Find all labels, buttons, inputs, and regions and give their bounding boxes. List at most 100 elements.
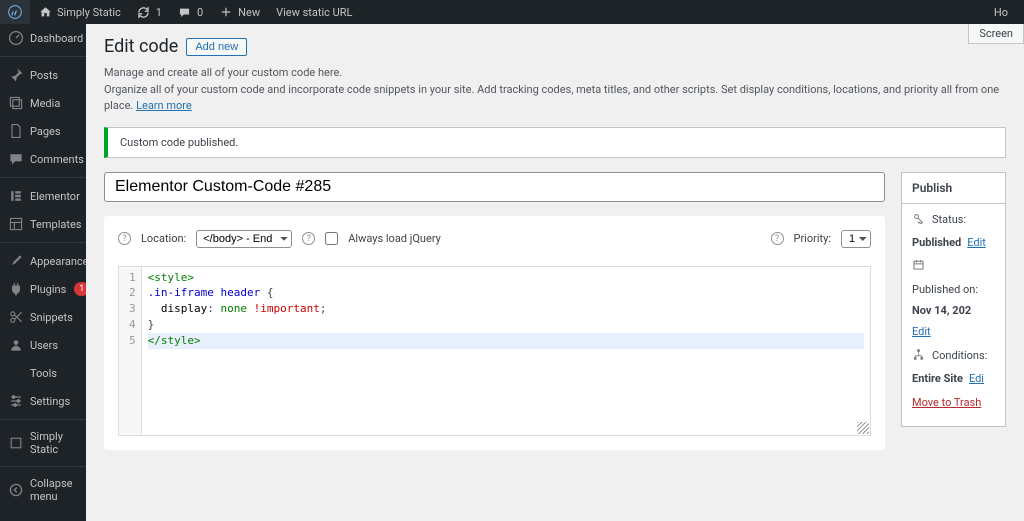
priority-select[interactable]: 1 — [841, 230, 871, 248]
howdy-link[interactable]: Ho — [986, 0, 1016, 24]
main-content: Screen Edit code Add new Manage and crea… — [86, 24, 1024, 462]
screen-options-label: Screen — [979, 27, 1013, 40]
subtitle-line2: Organize all of your custom code and inc… — [104, 83, 999, 113]
separator — [0, 419, 86, 420]
separator — [0, 242, 86, 243]
location-label: Location: — [141, 232, 186, 245]
options-panel: ? Location: </body> - End ? Always load … — [104, 216, 885, 450]
sidebar-item-collapse[interactable]: Collapse menu — [0, 471, 86, 509]
sidebar-item-elementor[interactable]: Elementor — [0, 182, 86, 210]
sidebar-label: Posts — [30, 69, 58, 82]
user-icon — [8, 337, 24, 353]
sidebar-item-simply-static[interactable]: Simply Static — [0, 424, 86, 462]
priority-label: Priority: — [794, 232, 832, 245]
line-number: 1 — [129, 270, 136, 286]
location-select[interactable]: </body> - End — [196, 230, 292, 248]
sidebar-item-pages[interactable]: Pages — [0, 117, 86, 145]
line-numbers: 1 2 3 4 5 — [119, 267, 142, 435]
move-trash-link[interactable]: Move to Trash — [912, 395, 981, 410]
published-row: Published on: Nov 14, 202 Edit — [912, 258, 995, 340]
published-value: Nov 14, 202 — [912, 303, 971, 318]
trash-row: Move to Trash — [912, 395, 995, 410]
sliders-icon — [8, 393, 24, 409]
resize-handle[interactable] — [857, 422, 869, 434]
sidebar-item-snippets[interactable]: Snippets — [0, 303, 86, 331]
key-icon — [912, 212, 926, 229]
code-line-5: </style> — [148, 333, 864, 349]
success-notice: Custom code published. — [104, 127, 1006, 158]
sidebar-item-settings[interactable]: Settings — [0, 387, 86, 415]
sidebar-item-users[interactable]: Users — [0, 331, 86, 359]
options-row: ? Location: </body> - End ? Always load … — [118, 230, 871, 248]
sidebar-item-plugins[interactable]: Plugins 1 — [0, 275, 86, 303]
comment-icon — [8, 151, 24, 167]
code-line-4: } — [148, 317, 864, 333]
published-edit-link[interactable]: Edit — [912, 324, 931, 339]
elementor-icon — [8, 188, 24, 204]
code-content[interactable]: <style>.in-iframe header { display: none… — [142, 267, 870, 435]
new-link[interactable]: New — [211, 0, 268, 24]
sidebar-label: Tools — [30, 367, 57, 380]
comments-link[interactable]: 0 — [170, 0, 211, 24]
publish-title: Publish — [902, 173, 1005, 204]
screen-options-tab[interactable]: Screen — [968, 24, 1024, 44]
sidebar-item-templates[interactable]: Templates — [0, 210, 86, 238]
help-icon[interactable]: ? — [302, 232, 315, 245]
plugins-badge: 1 — [74, 282, 86, 296]
code-line-1: <style> — [148, 270, 864, 286]
site-name-link[interactable]: Simply Static — [30, 0, 129, 24]
help-icon[interactable]: ? — [118, 232, 131, 245]
updates-link[interactable]: 1 — [129, 0, 170, 24]
calendar-icon — [912, 258, 926, 275]
code-editor[interactable]: 1 2 3 4 5 <style>.in-iframe header { dis… — [118, 266, 871, 436]
site-name: Simply Static — [57, 6, 121, 19]
admin-bar-left: Simply Static 1 0 New View static URL — [0, 0, 361, 24]
side-column: Publish Status: Published Edit Published… — [901, 172, 1006, 450]
conditions-row: Conditions: Entire Site Edi — [912, 348, 995, 387]
conditions-edit-link[interactable]: Edi — [969, 371, 984, 386]
add-new-button[interactable]: Add new — [186, 38, 247, 56]
code-line-2: .in-iframe header { — [148, 285, 864, 301]
sidebar-label: Settings — [30, 395, 70, 408]
howdy-label: Ho — [994, 6, 1008, 19]
jquery-checkbox[interactable] — [325, 232, 338, 245]
sidebar-item-dashboard[interactable]: Dashboard — [0, 24, 86, 52]
page-icon — [8, 123, 24, 139]
sidebar-item-media[interactable]: Media — [0, 89, 86, 117]
sidebar-item-comments[interactable]: Comments — [0, 145, 86, 173]
line-number: 3 — [129, 301, 136, 317]
page-title: Edit code — [104, 36, 178, 57]
publish-body: Status: Published Edit Published on: Nov… — [902, 204, 1005, 427]
plus-icon — [219, 5, 233, 19]
title-input[interactable] — [104, 172, 885, 202]
status-edit-link[interactable]: Edit — [967, 235, 986, 250]
brush-icon — [8, 253, 24, 269]
view-static-link[interactable]: View static URL — [268, 0, 360, 24]
sitemap-icon — [912, 348, 926, 365]
templates-icon — [8, 216, 24, 232]
learn-more-link[interactable]: Learn more — [136, 99, 192, 112]
pin-icon — [8, 67, 24, 83]
published-label: Published on: — [912, 282, 978, 297]
sidebar-item-appearance[interactable]: Appearance — [0, 247, 86, 275]
separator — [0, 466, 86, 467]
sidebar-label: Collapse menu — [30, 477, 78, 503]
collapse-icon — [8, 482, 24, 498]
wp-logo[interactable] — [0, 0, 30, 24]
subtitle-line1: Manage and create all of your custom cod… — [104, 66, 342, 79]
update-icon — [137, 5, 151, 19]
line-number: 5 — [129, 333, 136, 349]
status-label: Status: — [932, 212, 966, 227]
dashboard-icon — [8, 30, 24, 46]
content-column: ? Location: </body> - End ? Always load … — [104, 172, 885, 450]
new-label: New — [238, 6, 260, 19]
plug-icon — [8, 281, 24, 297]
sidebar-item-posts[interactable]: Posts — [0, 61, 86, 89]
comments-count: 0 — [197, 6, 203, 19]
help-icon[interactable]: ? — [771, 232, 784, 245]
sidebar-label: Dashboard — [30, 32, 83, 45]
page-subtitle: Manage and create all of your custom cod… — [104, 65, 1006, 115]
sidebar-item-tools[interactable]: Tools — [0, 359, 86, 387]
scissors-icon — [8, 309, 24, 325]
admin-sidebar: Dashboard Posts Media Pages Comments Ele… — [0, 24, 86, 521]
